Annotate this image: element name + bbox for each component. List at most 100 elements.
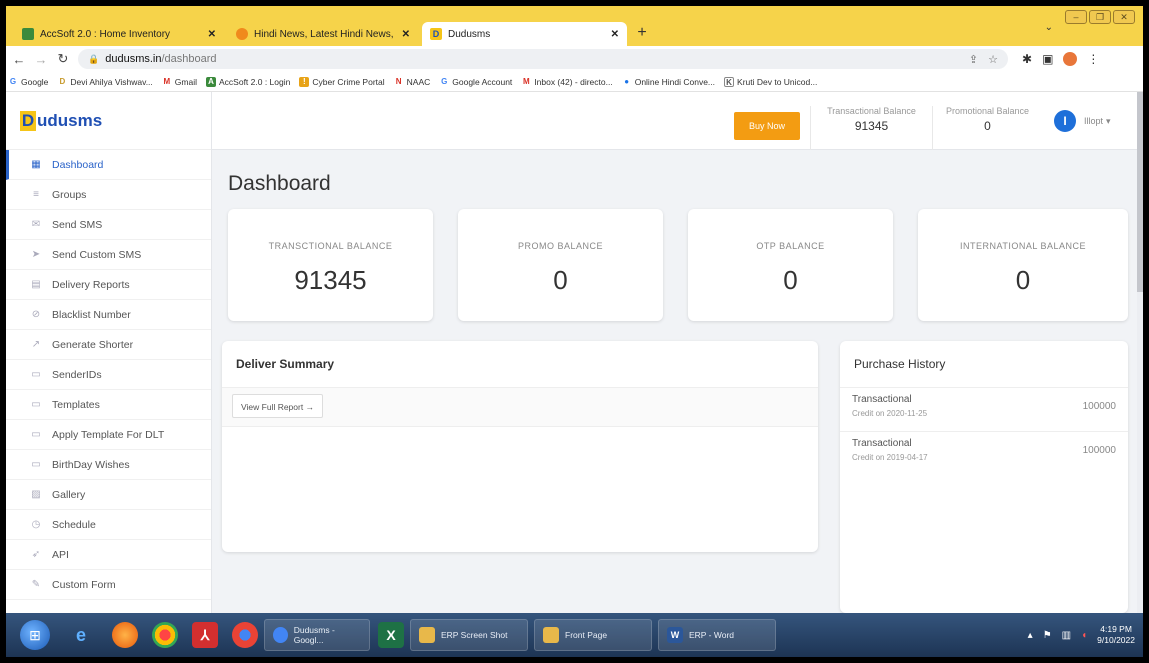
- tab-search-icon[interactable]: ⌄: [1045, 22, 1053, 33]
- dudusms-app: D udusms ▦ Dashboard ≡ Groups ✉ Send SMS ➤ S…: [6, 92, 1143, 613]
- sidebar-item-custom-form[interactable]: ✎ Custom Form: [6, 570, 211, 600]
- sidebar-item-sender-ids[interactable]: ▭ SenderIDs: [6, 360, 211, 390]
- task-label: ERP Screen Shot: [441, 630, 508, 640]
- card-label: PROMO BALANCE: [517, 241, 604, 251]
- history-type: Transactional: [852, 438, 912, 449]
- sidebar-item-dashboard[interactable]: ▦ Dashboard: [6, 150, 211, 180]
- sidebar-item-api[interactable]: ➶ API: [6, 540, 211, 570]
- lock-icon: 🔒: [88, 53, 100, 64]
- bookmark-kruti-dev[interactable]: K Kruti Dev to Unicod...: [724, 76, 817, 87]
- sidebar-item-schedule[interactable]: ◷ Schedule: [6, 510, 211, 540]
- sidebar-item-label: Custom Form: [52, 578, 116, 591]
- internet-explorer-icon[interactable]: e: [64, 618, 98, 652]
- clock[interactable]: 4:19 PM 9/10/2022: [1097, 624, 1135, 646]
- history-amount: 100000: [1082, 401, 1116, 412]
- bookmark-devi-ahilya[interactable]: D Devi Ahilya Vishwav...: [57, 77, 153, 87]
- flag-icon[interactable]: ⚑: [1043, 630, 1052, 641]
- sidebar-item-groups[interactable]: ≡ Groups: [6, 180, 211, 210]
- scrollbar-thumb[interactable]: [1137, 92, 1143, 292]
- sidebar-item-templates[interactable]: ▭ Templates: [6, 390, 211, 420]
- reload-icon[interactable]: ↻: [54, 51, 72, 67]
- user-menu[interactable]: I Illopt ▾: [1054, 110, 1111, 132]
- gmail-icon: M: [522, 76, 530, 86]
- close-icon[interactable]: ✕: [611, 29, 619, 40]
- menu-icon[interactable]: ⋮: [1087, 52, 1099, 66]
- bookmark-google[interactable]: G Google: [8, 76, 49, 87]
- panel-toolbar: View Full Report →: [222, 387, 818, 427]
- sidebar-item-delivery-reports[interactable]: ▤ Delivery Reports: [6, 270, 211, 300]
- close-icon[interactable]: ✕: [208, 29, 216, 40]
- show-hidden-icons-icon[interactable]: ▴: [1028, 630, 1033, 641]
- clock-time: 4:19 PM: [1100, 624, 1132, 634]
- bookmark-google-account[interactable]: G Google Account: [439, 77, 512, 87]
- address-bar[interactable]: 🔒 dudusms.in/dashboard ⇪ ☆: [78, 49, 1008, 69]
- share-icon[interactable]: ⇪: [969, 53, 978, 66]
- bookmark-cyber-crime[interactable]: ! Cyber Crime Portal: [299, 76, 385, 87]
- bookmark-label: Online Hindi Conve...: [634, 76, 716, 87]
- kruti-icon: K: [724, 76, 735, 87]
- bookmark-naac[interactable]: N NAAC: [394, 77, 431, 87]
- task-chrome-dudusms[interactable]: Dudusms - Googl...: [264, 619, 370, 651]
- accsoft-icon: [22, 28, 34, 40]
- new-tab-button[interactable]: +: [631, 22, 653, 44]
- view-full-report-button[interactable]: View Full Report →: [232, 394, 324, 418]
- sidebar-item-send-custom-sms[interactable]: ➤ Send Custom SMS: [6, 240, 211, 270]
- side-panel-icon[interactable]: ▣: [1042, 52, 1053, 66]
- clock-date: 9/10/2022: [1097, 635, 1135, 645]
- google-icon: G: [9, 76, 17, 86]
- list-item: Transactional Credit on 2019-04-17 10000…: [840, 431, 1128, 475]
- bookmark-inbox[interactable]: M Inbox (42) - directo...: [521, 76, 613, 87]
- tab-dudusms[interactable]: D Dudusms ✕: [422, 22, 627, 46]
- report-icon: ▤: [31, 279, 41, 290]
- bookmark-star-icon[interactable]: ☆: [988, 53, 998, 66]
- tab-hindi-news[interactable]: Hindi News, Latest Hindi News, I ✕: [228, 22, 418, 46]
- acrobat-icon[interactable]: ⅄: [192, 622, 218, 648]
- chrome-icon[interactable]: [232, 622, 258, 648]
- bookmark-label: Google: [21, 76, 49, 87]
- profile-avatar[interactable]: [1063, 52, 1078, 66]
- avatar: I: [1054, 110, 1076, 132]
- tab-accsoft[interactable]: AccSoft 2.0 : Home Inventory ✕: [14, 22, 224, 46]
- close-window-icon[interactable]: ✕: [1113, 10, 1135, 24]
- deliver-summary-panel: Deliver Summary View Full Report →: [222, 341, 818, 552]
- brand-logo[interactable]: D udusms: [6, 92, 211, 150]
- sidebar-item-generate-shorter[interactable]: ↗ Generate Shorter: [6, 330, 211, 360]
- sidebar-nav: ▦ Dashboard ≡ Groups ✉ Send SMS ➤ Send Custo…: [6, 150, 211, 600]
- buy-now-button[interactable]: Buy Now: [734, 112, 800, 140]
- firefox-icon[interactable]: [112, 622, 138, 648]
- network-icon[interactable]: ▥: [1062, 630, 1071, 641]
- card-value: 91345: [294, 265, 367, 295]
- start-button[interactable]: ⊞: [20, 620, 50, 650]
- opera-icon[interactable]: [152, 622, 178, 648]
- minimize-icon[interactable]: –: [1065, 10, 1087, 24]
- sidebar-item-send-sms[interactable]: ✉ Send SMS: [6, 210, 211, 240]
- maximize-icon[interactable]: ❐: [1089, 10, 1111, 24]
- volume-icon[interactable]: ◖: [1081, 630, 1087, 641]
- task-erp-screen-shot[interactable]: ERP Screen Shot: [410, 619, 528, 651]
- forward-icon[interactable]: →: [32, 52, 50, 67]
- task-label: Front Page: [565, 630, 608, 640]
- link-icon: ↗: [31, 339, 41, 350]
- bookmark-accsoft-login[interactable]: A AccSoft 2.0 : Login: [206, 76, 290, 87]
- ban-icon: ⊘: [31, 309, 41, 320]
- page-scrollbar[interactable]: [1137, 92, 1143, 613]
- sidebar-item-apply-template-dlt[interactable]: ▭ Apply Template For DLT: [6, 420, 211, 450]
- task-erp-word[interactable]: W ERP - Word: [658, 619, 776, 651]
- bookmark-online-hindi[interactable]: ● Online Hindi Conve...: [622, 77, 715, 87]
- card-value: 0: [553, 265, 568, 295]
- bookmark-gmail[interactable]: M Gmail: [162, 77, 197, 87]
- excel-icon[interactable]: X: [378, 622, 404, 648]
- dashboard-icon: ▦: [31, 159, 41, 170]
- extensions-icon[interactable]: ✱: [1022, 52, 1032, 66]
- sidebar-item-blacklist-number[interactable]: ⊘ Blacklist Number: [6, 300, 211, 330]
- folder-icon: [543, 627, 559, 643]
- task-front-page[interactable]: Front Page: [534, 619, 652, 651]
- back-icon[interactable]: ←: [10, 52, 28, 67]
- sidebar-item-birthday-wishes[interactable]: ▭ BirthDay Wishes: [6, 450, 211, 480]
- sidebar-item-gallery[interactable]: ▨ Gallery: [6, 480, 211, 510]
- close-icon[interactable]: ✕: [402, 29, 410, 40]
- windows-taskbar: ⊞ e ⅄ Dudusms - Googl... X ERP Screen Sh…: [6, 613, 1143, 657]
- brand-name: udusms: [37, 110, 103, 130]
- browser-tab-strip: AccSoft 2.0 : Home Inventory ✕ Hindi New…: [6, 6, 1143, 46]
- page-title: Dashboard: [228, 172, 331, 195]
